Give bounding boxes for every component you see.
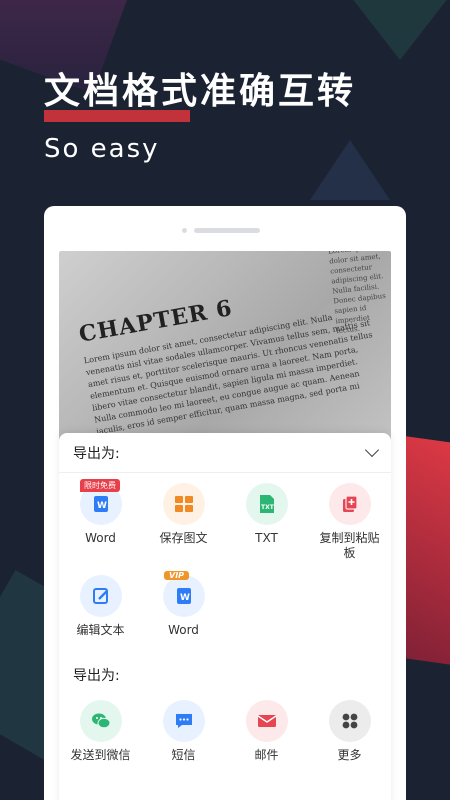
share-wechat-button[interactable]: 发送到微信 [59, 700, 142, 763]
export-word-vip-button[interactable]: W VIP Word [142, 571, 225, 638]
image-text-icon [162, 483, 205, 525]
export-label: Word [168, 623, 199, 637]
edit-text-button[interactable]: 编辑文本 [59, 575, 142, 638]
export-label: 编辑文本 [76, 623, 125, 637]
export-word-button[interactable]: W 限时免费 Word [59, 479, 142, 561]
hero-title: 文档格式准确互转 [44, 62, 357, 122]
word-doc-icon: W [162, 575, 205, 617]
bg-shape [330, 0, 450, 60]
share-label: 邮件 [254, 748, 279, 762]
share-sms-button[interactable]: 短信 [142, 700, 225, 763]
save-image-text-button[interactable]: 保存图文 [142, 483, 225, 561]
svg-text:W: W [180, 593, 190, 603]
export-label: Word [85, 531, 116, 545]
document-photo: CHAPTER 6 Lorem ipsum dolor sit amet, co… [59, 251, 391, 451]
free-badge: 限时免费 [80, 479, 120, 492]
sms-icon [162, 700, 205, 742]
export-options: W 限时免费 Word 保存图文 TXT TXT 复制到粘贴板 编辑文本 W V… [59, 473, 391, 652]
export-txt-button[interactable]: TXT TXT [225, 483, 308, 561]
chevron-down-icon[interactable] [364, 442, 380, 458]
share-options: 发送到微信 短信 邮件 更多 [59, 692, 391, 777]
svg-text:W: W [97, 501, 107, 511]
more-grid-icon [328, 700, 371, 742]
share-mail-button[interactable]: 邮件 [225, 700, 308, 763]
vip-badge: VIP [164, 571, 190, 580]
export-title: 导出为: [73, 445, 120, 462]
export-label: 保存图文 [159, 531, 208, 545]
edit-text-icon [79, 575, 122, 617]
export-label: TXT [255, 531, 278, 545]
phone-mockup: CHAPTER 6 Lorem ipsum dolor sit amet, co… [44, 206, 406, 800]
copy-clipboard-button[interactable]: 复制到粘贴板 [308, 483, 391, 561]
share-label: 更多 [337, 748, 362, 762]
txt-file-icon: TXT [245, 483, 288, 525]
hero-subtitle: So easy [44, 134, 160, 164]
mail-icon [245, 700, 288, 742]
export-sheet: 导出为: W 限时免费 Word 保存图文 TXT TXT 复制到粘贴板 编辑文… [59, 433, 391, 800]
share-more-button[interactable]: 更多 [308, 700, 391, 763]
camera-dot [182, 228, 187, 233]
hero-title-text: 文档格式准确互转 [44, 71, 357, 112]
export-label: 复制到粘贴板 [319, 531, 380, 560]
svg-text:TXT: TXT [261, 504, 275, 511]
wechat-icon [79, 700, 122, 742]
share-label: 短信 [171, 748, 196, 762]
share-label: 发送到微信 [70, 748, 131, 762]
clipboard-copy-icon [328, 483, 371, 525]
bg-shape [310, 140, 390, 200]
share-section-title: 导出为: [73, 668, 120, 684]
export-header[interactable]: 导出为: [59, 433, 391, 473]
speaker-bar [194, 228, 260, 233]
